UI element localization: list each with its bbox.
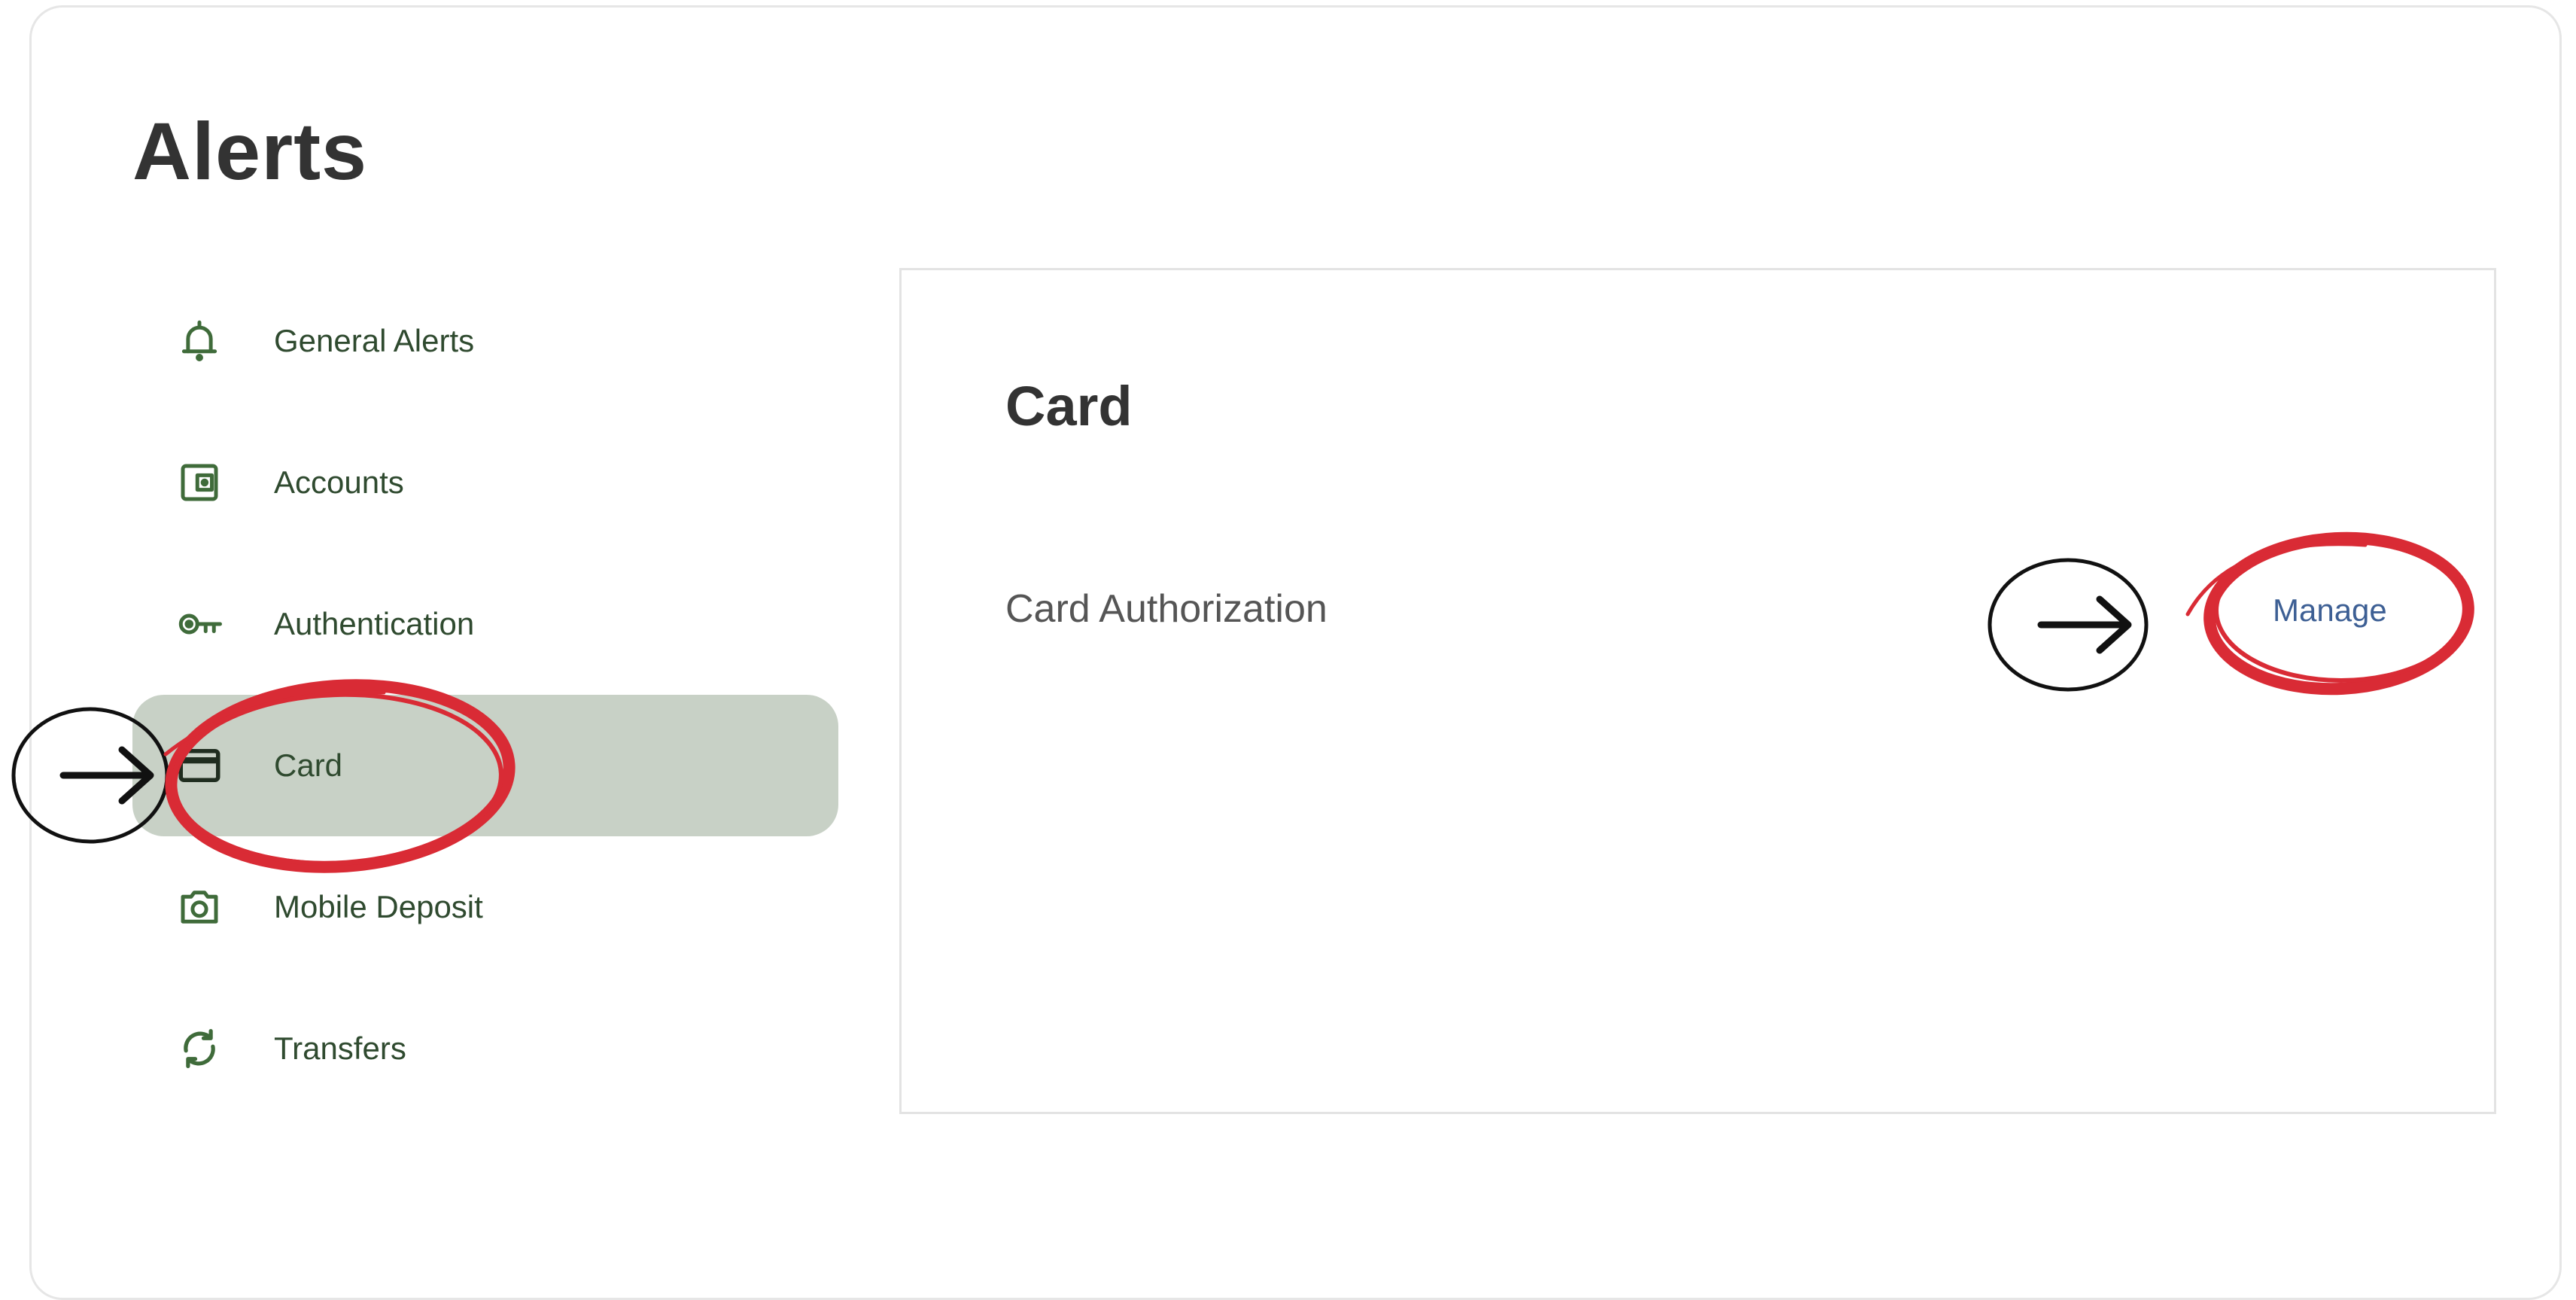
- annotation-arrow-right: [1988, 558, 2149, 692]
- alerts-sidebar: General Alerts Accounts Authentication C…: [132, 0, 840, 1259]
- sidebar-item-general-alerts[interactable]: General Alerts: [132, 270, 838, 412]
- sidebar-item-label: Transfers: [274, 1031, 406, 1066]
- camera-icon: [173, 881, 226, 933]
- annotation-arrow-left: [11, 707, 169, 844]
- sidebar-item-label: Accounts: [274, 464, 404, 500]
- panel-title: Card: [1005, 375, 1133, 437]
- bell-icon: [173, 315, 226, 367]
- annotation-circle-manage: [2185, 531, 2474, 696]
- sidebar-item-transfers[interactable]: Transfers: [132, 978, 838, 1119]
- card-authorization-label: Card Authorization: [1005, 587, 1328, 631]
- sidebar-item-label: General Alerts: [274, 323, 475, 358]
- sidebar-item-accounts[interactable]: Accounts: [132, 412, 838, 553]
- wallet-icon: [173, 456, 226, 509]
- key-icon: [173, 598, 226, 650]
- annotation-circle-card: [163, 679, 516, 873]
- refresh-icon: [173, 1022, 226, 1075]
